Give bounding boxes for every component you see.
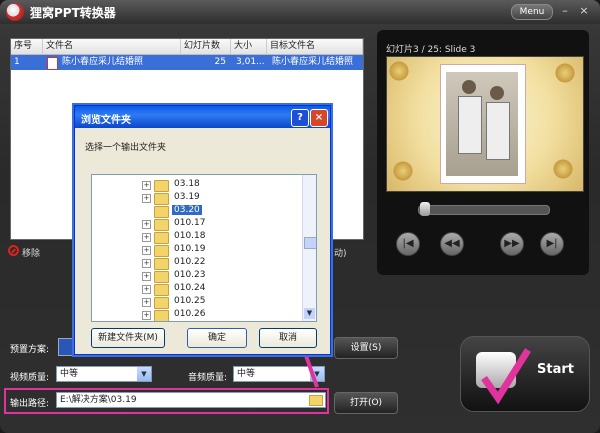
help-button[interactable]: ? xyxy=(291,109,309,127)
tree-item[interactable]: +010.26 xyxy=(92,307,302,321)
tree-scrollbar[interactable]: ▼ xyxy=(302,175,316,321)
folder-label: 010.18 xyxy=(174,231,206,241)
folder-label: 010.17 xyxy=(174,218,206,228)
scroll-down-icon[interactable]: ▼ xyxy=(304,308,315,319)
folder-label: 03.19 xyxy=(174,192,200,202)
expand-icon[interactable]: + xyxy=(142,259,151,268)
browse-folder-dialog: 浏览文件夹 ? × 选择一个输出文件夹 +03.18 +03.19 03.20 … xyxy=(74,105,331,355)
folder-tree[interactable]: +03.18 +03.19 03.20 +010.17 +010.18 +010… xyxy=(91,174,317,322)
expand-icon[interactable]: + xyxy=(142,233,151,242)
folder-icon xyxy=(154,310,169,321)
folder-label: 010.25 xyxy=(174,296,206,306)
dialog-title: 浏览文件夹 xyxy=(81,115,131,126)
folder-label: 010.23 xyxy=(174,270,206,280)
folder-label: 010.26 xyxy=(174,309,206,319)
expand-icon[interactable]: + xyxy=(142,194,151,203)
scrollbar-thumb[interactable] xyxy=(304,237,316,249)
dialog-prompt: 选择一个输出文件夹 xyxy=(85,143,167,153)
folder-label: 03.20 xyxy=(172,205,202,215)
folder-label: 010.22 xyxy=(174,257,206,267)
folder-label: 03.18 xyxy=(174,179,200,189)
expand-icon[interactable]: + xyxy=(142,272,151,281)
check-mark xyxy=(481,348,531,405)
ok-button[interactable]: 确定 xyxy=(187,328,247,348)
cancel-button[interactable]: 取消 xyxy=(259,328,317,348)
dialog-close-button[interactable]: × xyxy=(310,109,328,127)
expand-icon[interactable]: + xyxy=(142,220,151,229)
expand-icon[interactable]: + xyxy=(142,181,151,190)
expand-icon[interactable]: + xyxy=(142,285,151,294)
folder-label: 010.19 xyxy=(174,244,206,254)
expand-icon[interactable]: + xyxy=(142,311,151,320)
expand-icon[interactable]: + xyxy=(142,246,151,255)
expand-icon[interactable]: + xyxy=(142,298,151,307)
new-folder-button[interactable]: 新建文件夹(M) xyxy=(91,328,165,348)
folder-label: 010.24 xyxy=(174,283,206,293)
